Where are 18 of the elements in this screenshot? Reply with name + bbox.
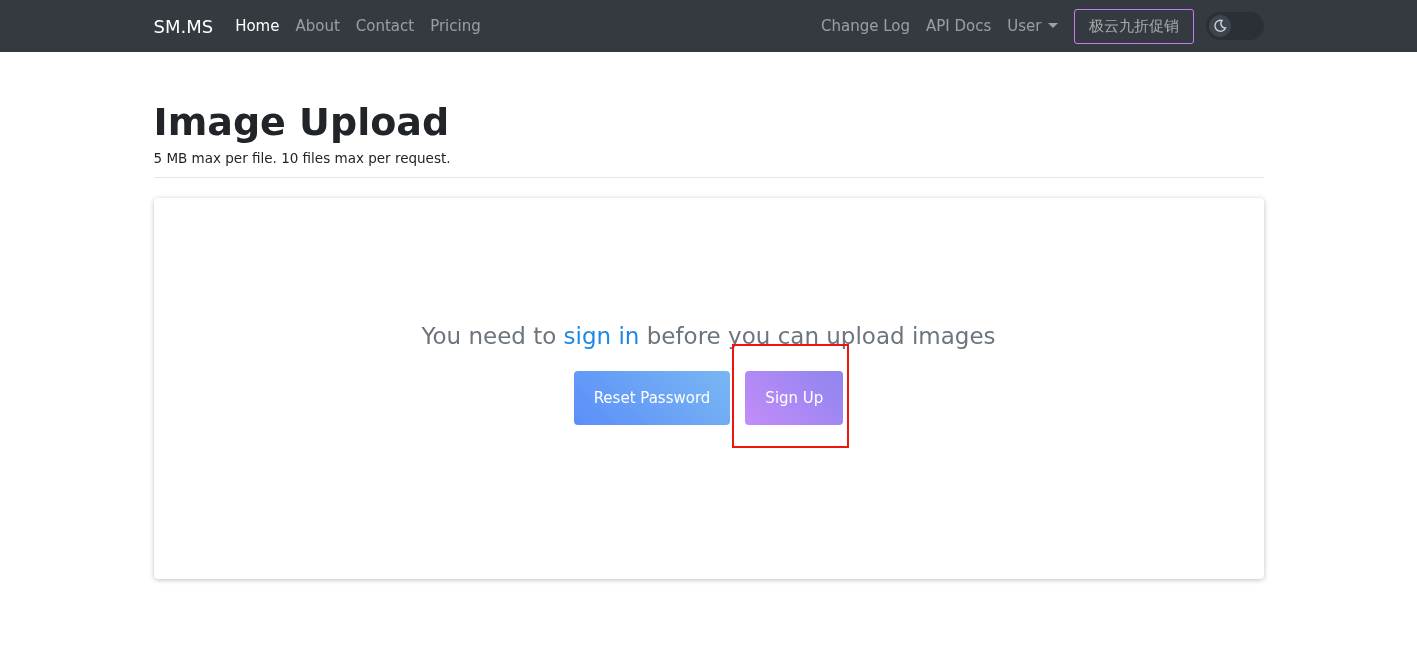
nav-link[interactable]: Contact bbox=[355, 17, 415, 35]
user-menu[interactable]: User bbox=[1007, 17, 1058, 35]
action-button[interactable]: Reset Password bbox=[573, 370, 731, 425]
page-title: Image Upload bbox=[153, 100, 450, 144]
moon-icon bbox=[1212, 19, 1227, 33]
sign-in-link[interactable]: sign in bbox=[563, 322, 640, 349]
promo-button[interactable]: 极云九折促销 bbox=[1073, 8, 1194, 44]
nav-link[interactable]: Pricing bbox=[430, 17, 481, 35]
theme-toggle[interactable] bbox=[1205, 12, 1264, 40]
nav-link[interactable]: API Docs bbox=[926, 17, 992, 35]
caret-icon bbox=[1047, 23, 1058, 29]
action-button[interactable]: Sign Up bbox=[745, 370, 844, 425]
brand-logo[interactable]: SM.MS bbox=[153, 15, 214, 37]
nav-link[interactable]: Change Log bbox=[821, 17, 910, 35]
nav-link[interactable]: Home bbox=[235, 17, 280, 35]
page-subtitle: 5 MB max per file. 10 files max per request. bbox=[153, 150, 452, 166]
nav-link[interactable]: About bbox=[295, 17, 340, 35]
signin-notice: You need to sign in before you can upload images bbox=[421, 322, 996, 349]
